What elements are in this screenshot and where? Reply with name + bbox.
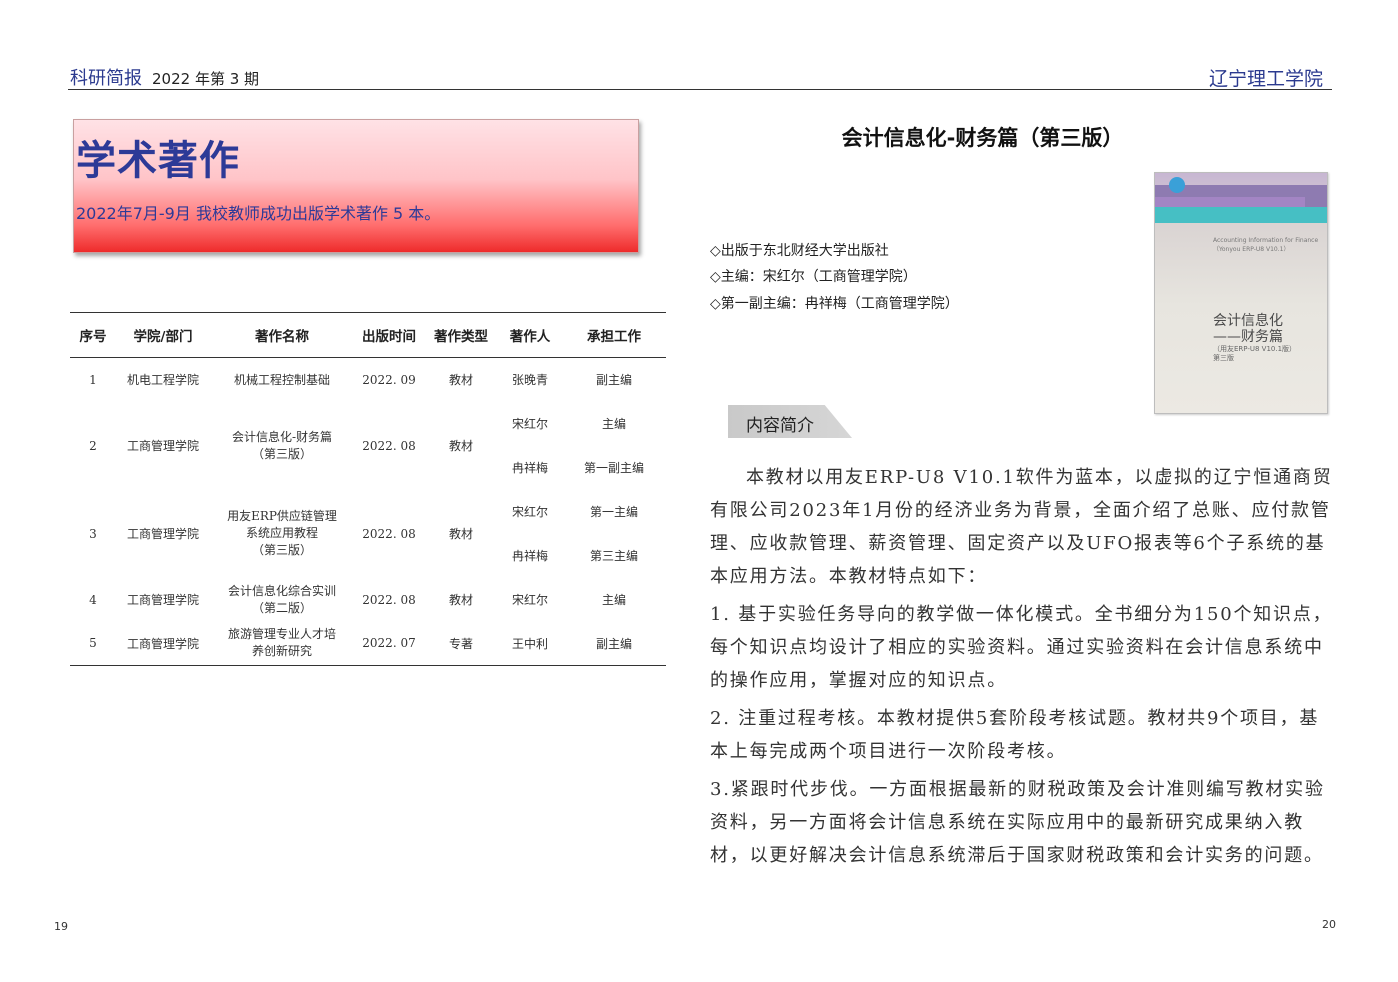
col-header-type: 著作类型 bbox=[424, 312, 498, 358]
cell-name-line: （第三版） bbox=[251, 543, 312, 557]
book-info-publisher: ◇出版于东北财经大学出版社 bbox=[710, 243, 889, 259]
cell-author: 宋红尔 bbox=[511, 417, 548, 431]
table-header-row: 序号 学院/部门 著作名称 出版时间 著作类型 著作人 承担工作 bbox=[70, 312, 666, 358]
cell-author: 冉祥梅 bbox=[511, 549, 548, 563]
cell-dept: 工商管理学院 bbox=[116, 621, 210, 666]
cell-author: 王中利 bbox=[498, 621, 562, 666]
cell-type: 教材 bbox=[448, 439, 473, 453]
col-header-no: 序号 bbox=[70, 312, 116, 358]
book-info-editor: ◇主编：宋红尔（工商管理学院） bbox=[710, 269, 917, 285]
cell-no: 1 bbox=[89, 372, 97, 387]
cell-name-line: （第二版） bbox=[251, 600, 312, 615]
section-label: 内容简介 bbox=[728, 405, 852, 438]
cell-role: 第一主编 bbox=[589, 505, 638, 519]
cell-name-line: 会计信息化综合实训 bbox=[227, 583, 336, 598]
cell-no: 2 bbox=[89, 438, 97, 453]
cover-logo-icon bbox=[1169, 177, 1185, 193]
section-subtitle: 2022年7月-9月 我校教师成功出版学术著作 5 本。 bbox=[76, 204, 441, 223]
cell-type: 教材 bbox=[448, 373, 473, 388]
cell-role: 第三主编 bbox=[589, 549, 638, 563]
table-row: 2 工商管理学院 会计信息化-财务篇 （第三版） 2022. 08 教材 宋红尔… bbox=[70, 402, 666, 461]
col-header-date: 出版时间 bbox=[354, 312, 424, 358]
cell-name-line: 养创新研究 bbox=[251, 644, 312, 659]
description-paragraph: 本教材以用友ERP-U8 V10.1软件为蓝本，以虚拟的辽宁恒通商贸有限公司20… bbox=[710, 467, 1333, 587]
book-cover-image: Accounting Information for Finance （Yony… bbox=[1154, 172, 1328, 414]
cell-dept: 工商管理学院 bbox=[126, 439, 199, 453]
table-row: 1 机电工程学院 机械工程控制基础 2022. 09 教材 张晚青 副主编 bbox=[70, 358, 666, 402]
col-header-name: 著作名称 bbox=[210, 312, 354, 358]
cell-name: 用友ERP供应链管理 系统应用教程 （第三版） bbox=[210, 490, 354, 578]
cell-name-line: 系统应用教程 bbox=[245, 526, 318, 540]
cell-author: 冉祥梅 bbox=[511, 461, 548, 475]
cell-date: 2022. 07 bbox=[354, 621, 424, 666]
cell-name-line: 用友ERP供应链管理 bbox=[227, 509, 337, 523]
cell-name: 会计信息化综合实训 （第二版） bbox=[210, 578, 354, 622]
cell-role: 主编 bbox=[601, 417, 626, 431]
cell-author: 宋红尔 bbox=[511, 593, 548, 607]
cell-name: 会计信息化-财务篇 （第三版） bbox=[210, 402, 354, 490]
book-info-vice-editor: ◇第一副主编：冉祥梅（工商管理学院） bbox=[710, 296, 959, 312]
section-title: 学术著作 bbox=[76, 138, 240, 184]
cell-date: 2022. 08 bbox=[362, 592, 416, 607]
cell-no: 5 bbox=[70, 621, 116, 666]
cell-name-line: 旅游管理专业人才培 bbox=[227, 627, 336, 642]
section-banner: 学术著作 2022年7月-9月 我校教师成功出版学术著作 5 本。 bbox=[73, 119, 639, 253]
cover-band bbox=[1155, 207, 1327, 223]
issue-number: 2022 年第 3 期 bbox=[152, 70, 260, 88]
book-title: 会计信息化-财务篇（第三版） bbox=[841, 126, 1124, 150]
cell-role: 副主编 bbox=[562, 621, 666, 666]
table-row: 5 工商管理学院 旅游管理专业人才培 养创新研究 2022. 07 专著 王中利… bbox=[70, 621, 666, 666]
cover-edition: （用友ERP-U8 V10.1版） 第三版 bbox=[1213, 345, 1297, 362]
cell-name: 机械工程控制基础 bbox=[233, 373, 330, 388]
cover-title: 会计信息化 ——财务篇 bbox=[1213, 313, 1283, 345]
cell-author: 宋红尔 bbox=[511, 505, 548, 519]
cell-dept: 工商管理学院 bbox=[126, 527, 199, 541]
cell-name: 旅游管理专业人才培 养创新研究 bbox=[210, 621, 354, 666]
cell-role: 副主编 bbox=[595, 373, 632, 388]
newsletter-header-left: 科研简报 2022 年第 3 期 bbox=[70, 64, 259, 90]
institution-name: 辽宁理工学院 bbox=[1208, 68, 1323, 90]
cell-date: 2022. 09 bbox=[362, 372, 416, 387]
book-description: 本教材以用友ERP-U8 V10.1软件为蓝本，以虚拟的辽宁恒通商贸有限公司20… bbox=[710, 461, 1336, 877]
description-paragraph: 1. 基于实验任务导向的教学做一体化模式。全书细分为150个知识点，每个知识点均… bbox=[710, 604, 1333, 691]
cell-dept: 机电工程学院 bbox=[126, 373, 199, 388]
cell-role: 第一副主编 bbox=[583, 461, 644, 475]
cell-no: 3 bbox=[89, 526, 97, 541]
cell-type: 专著 bbox=[424, 621, 498, 666]
page-number-right: 20 bbox=[1322, 918, 1336, 931]
cell-type: 教材 bbox=[448, 593, 473, 607]
description-paragraph: 2. 注重过程考核。本教材提供5套阶段考核试题。教材共9个项目，基本上每完成两个… bbox=[710, 708, 1320, 762]
col-header-role: 承担工作 bbox=[562, 312, 666, 358]
page-number-left: 19 bbox=[54, 920, 68, 933]
cell-date: 2022. 08 bbox=[362, 438, 416, 453]
header-divider bbox=[68, 89, 1332, 90]
publications-table: 序号 学院/部门 著作名称 出版时间 著作类型 著作人 承担工作 1 机电工程学… bbox=[70, 312, 666, 666]
col-header-dept: 学院/部门 bbox=[116, 312, 210, 358]
table-row: 3 工商管理学院 用友ERP供应链管理 系统应用教程 （第三版） 2022. 0… bbox=[70, 490, 666, 557]
cell-date: 2022. 08 bbox=[362, 526, 416, 541]
section-label-text: 内容简介 bbox=[746, 416, 814, 436]
table-row: 4 工商管理学院 会计信息化综合实训 （第二版） 2022. 08 教材 宋红尔… bbox=[70, 578, 666, 622]
cell-name-line: 会计信息化-财务篇 bbox=[231, 429, 333, 444]
col-header-author: 著作人 bbox=[498, 312, 562, 358]
cell-role: 主编 bbox=[601, 593, 626, 607]
cell-name-line: （第三版） bbox=[251, 446, 312, 461]
cover-english-title: Accounting Information for Finance （Yony… bbox=[1213, 237, 1319, 253]
cell-author: 张晚青 bbox=[511, 373, 548, 388]
description-paragraph: 3.紧跟时代步伐。一方面根据最新的财税政策及会计准则编写教材实验资料，另一方面将… bbox=[710, 779, 1325, 866]
cell-type: 教材 bbox=[448, 527, 473, 541]
newsletter-brand: 科研简报 bbox=[70, 68, 142, 89]
cell-dept: 工商管理学院 bbox=[126, 593, 199, 607]
cell-no: 4 bbox=[89, 592, 97, 607]
